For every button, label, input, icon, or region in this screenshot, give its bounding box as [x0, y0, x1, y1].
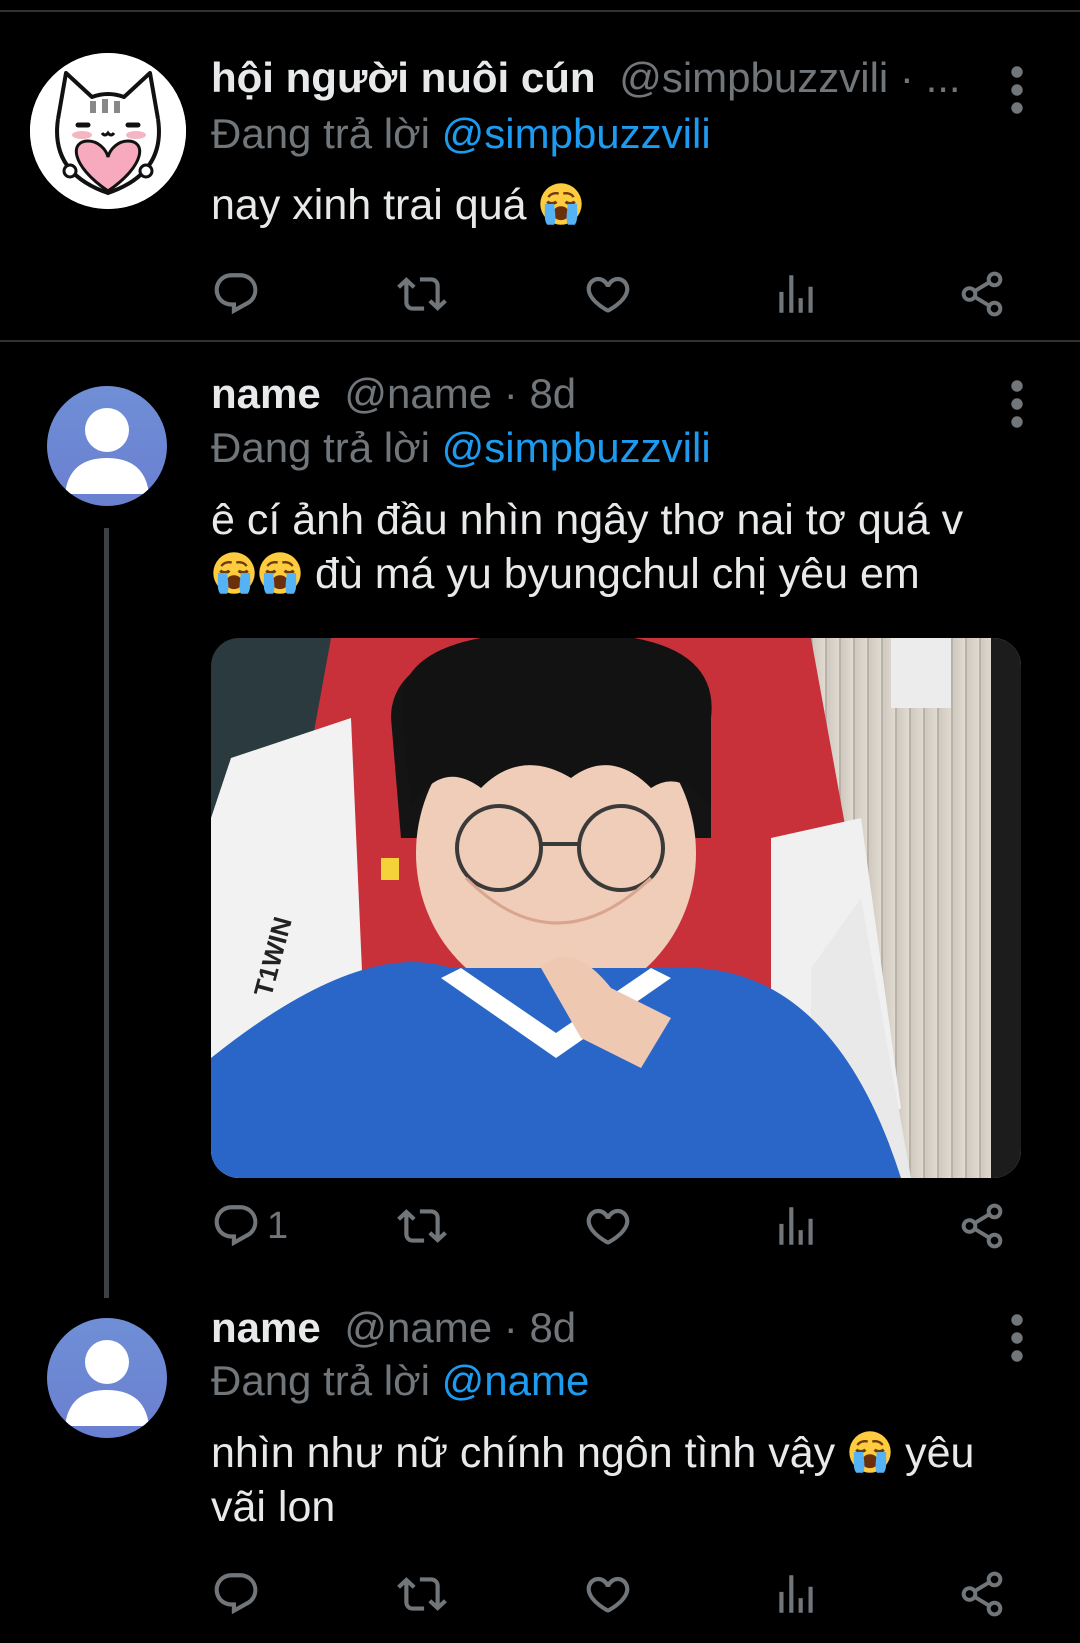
- tweet-text: nay xinh trai quá: [211, 178, 1031, 232]
- tweet-text: nhìn như nữ chính ngôn tình vậy yêu vãi …: [211, 1426, 1031, 1534]
- replying-to: Đang trả lời @simpbuzzvili: [211, 106, 711, 162]
- retweet-button[interactable]: [397, 262, 447, 326]
- tweet-text-line-2: vãi lon: [211, 1483, 336, 1531]
- action-bar: 1: [211, 1194, 1011, 1258]
- default-profile-icon: [65, 1340, 149, 1426]
- loudly-crying-face-emoji-icon: [257, 550, 303, 596]
- analytics-icon: [771, 1201, 821, 1251]
- avatar[interactable]: [47, 386, 167, 506]
- cat-avatar-icon: [30, 53, 186, 209]
- retweet-button[interactable]: [397, 1562, 447, 1626]
- tweet-text-line-1-content: nhìn như nữ chính ngôn tình vậy: [211, 1429, 836, 1477]
- share-button[interactable]: [957, 1562, 1007, 1626]
- handle[interactable]: @name: [344, 1304, 492, 1351]
- display-name[interactable]: name: [211, 1304, 321, 1351]
- display-name[interactable]: name: [211, 370, 321, 417]
- reply-mention-link[interactable]: @name: [442, 1357, 590, 1404]
- views-button[interactable]: [771, 262, 821, 326]
- heart-icon: [583, 1569, 633, 1619]
- more-vertical-icon[interactable]: [1002, 374, 1032, 434]
- share-icon: [957, 269, 1007, 319]
- share-button[interactable]: [957, 1194, 1007, 1258]
- more-vertical-icon[interactable]: [1002, 60, 1032, 120]
- separator-dot: ·: [503, 370, 518, 417]
- tweet-text-line-1-end: yêu: [905, 1429, 975, 1477]
- reply-button[interactable]: [211, 1562, 267, 1626]
- tweet-header: name @name · 8d: [211, 364, 576, 424]
- action-bar: [211, 1562, 1011, 1626]
- reply-icon: [211, 269, 261, 319]
- timestamp[interactable]: ...: [926, 54, 961, 101]
- loudly-crying-face-emoji-icon: [538, 181, 584, 227]
- analytics-icon: [771, 1569, 821, 1619]
- tweet-text-line-1: ê cí ảnh đầu nhìn ngây thơ nai tơ quá v: [211, 496, 964, 544]
- tweet-text-line-2: đù má yu byungchul chị yêu em: [211, 547, 1031, 601]
- tweet-text-content: nay xinh trai quá: [211, 181, 527, 229]
- retweet-icon: [397, 1201, 447, 1251]
- loudly-crying-face-emoji-icon: [847, 1429, 893, 1475]
- avatar[interactable]: [30, 53, 186, 209]
- analytics-icon: [771, 269, 821, 319]
- replying-to: Đang trả lời @name: [211, 1353, 589, 1409]
- photo-image: T1WIN: [211, 638, 1021, 1178]
- replying-prefix: Đang trả lời: [211, 1357, 430, 1404]
- replying-prefix: Đang trả lời: [211, 424, 430, 471]
- retweet-button[interactable]: [397, 1194, 447, 1258]
- separator-dot: ·: [503, 1304, 518, 1351]
- default-profile-icon: [65, 408, 149, 494]
- views-button[interactable]: [771, 1562, 821, 1626]
- more-vertical-icon[interactable]: [1002, 1308, 1032, 1368]
- tweet-text-line-2-content: đù má yu byungchul chị yêu em: [314, 550, 920, 598]
- retweet-icon: [397, 269, 447, 319]
- like-button[interactable]: [583, 262, 633, 326]
- heart-icon: [583, 1201, 633, 1251]
- tweet-text: ê cí ảnh đầu nhìn ngây thơ nai tơ quá v …: [211, 493, 1031, 601]
- retweet-icon: [397, 1569, 447, 1619]
- reply-mention-link[interactable]: @simpbuzzvili: [442, 110, 711, 157]
- action-bar: [211, 262, 1011, 326]
- reply-icon: [211, 1201, 261, 1251]
- views-button[interactable]: [771, 1194, 821, 1258]
- share-icon: [957, 1569, 1007, 1619]
- timestamp[interactable]: 8d: [529, 370, 576, 417]
- thread-connector-line: [104, 528, 109, 1298]
- tweet-media-photo[interactable]: T1WIN: [211, 638, 1021, 1178]
- tweet-divider: [0, 340, 1080, 342]
- reply-button[interactable]: 1: [211, 1194, 288, 1258]
- share-icon: [957, 1201, 1007, 1251]
- like-button[interactable]: [583, 1562, 633, 1626]
- reply-button[interactable]: [211, 262, 267, 326]
- handle[interactable]: @simpbuzzvili: [619, 54, 888, 101]
- handle[interactable]: @name: [344, 370, 492, 417]
- separator-dot: ·: [899, 54, 914, 101]
- loudly-crying-face-emoji-icon: [211, 550, 257, 596]
- replying-prefix: Đang trả lời: [211, 110, 430, 157]
- like-button[interactable]: [583, 1194, 633, 1258]
- heart-icon: [583, 269, 633, 319]
- reply-icon: [211, 1569, 261, 1619]
- tweet-header: name @name · 8d: [211, 1298, 576, 1358]
- avatar[interactable]: [47, 1318, 167, 1438]
- replying-to: Đang trả lời @simpbuzzvili: [211, 420, 711, 476]
- timestamp[interactable]: 8d: [529, 1304, 576, 1351]
- reply-mention-link[interactable]: @simpbuzzvili: [442, 424, 711, 471]
- tweet-text-line-1: nhìn như nữ chính ngôn tình vậy yêu: [211, 1426, 1031, 1480]
- display-name[interactable]: hội người nuôi cún: [211, 54, 596, 101]
- top-divider: [0, 10, 1080, 12]
- reply-count: 1: [267, 1204, 289, 1247]
- tweet-header: hội người nuôi cún @simpbuzzvili · ...: [211, 48, 961, 108]
- share-button[interactable]: [957, 262, 1007, 326]
